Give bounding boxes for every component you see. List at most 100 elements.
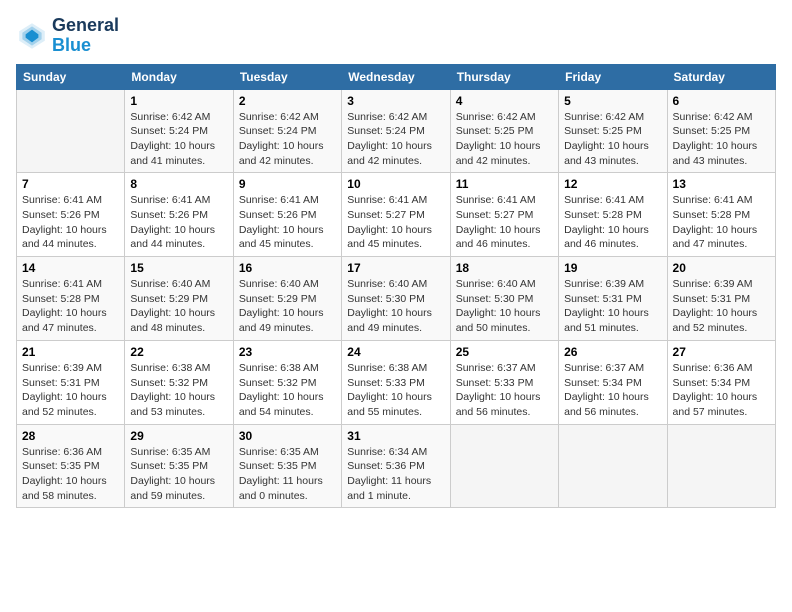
calendar-cell: 7 Sunrise: 6:41 AM Sunset: 5:26 PM Daylig… <box>17 173 125 257</box>
day-number: 9 <box>239 177 336 191</box>
calendar-cell: 21 Sunrise: 6:39 AM Sunset: 5:31 PM Dayli… <box>17 340 125 424</box>
day-number: 21 <box>22 345 119 359</box>
day-info: Sunrise: 6:36 AM Sunset: 5:34 PM Dayligh… <box>673 361 770 420</box>
calendar-cell: 1 Sunrise: 6:42 AM Sunset: 5:24 PM Daylig… <box>125 89 233 173</box>
calendar-cell: 13 Sunrise: 6:41 AM Sunset: 5:28 PM Dayli… <box>667 173 775 257</box>
day-info: Sunrise: 6:41 AM Sunset: 5:27 PM Dayligh… <box>456 193 553 252</box>
weekday-header: Wednesday <box>342 64 450 89</box>
day-number: 10 <box>347 177 444 191</box>
calendar-cell <box>559 424 667 508</box>
logo-text: General Blue <box>52 16 119 56</box>
weekday-header: Friday <box>559 64 667 89</box>
weekday-header: Monday <box>125 64 233 89</box>
calendar-cell: 30Sunrise: 6:35 AM Sunset: 5:35 PM Dayli… <box>233 424 341 508</box>
day-info: Sunrise: 6:41 AM Sunset: 5:26 PM Dayligh… <box>22 193 119 252</box>
day-number: 5 <box>564 94 661 108</box>
day-info: Sunrise: 6:38 AM Sunset: 5:32 PM Dayligh… <box>130 361 227 420</box>
day-number: 31 <box>347 429 444 443</box>
calendar-cell: 8 Sunrise: 6:41 AM Sunset: 5:26 PM Daylig… <box>125 173 233 257</box>
day-info: Sunrise: 6:42 AM Sunset: 5:24 PM Dayligh… <box>347 110 444 169</box>
day-info: Sunrise: 6:39 AM Sunset: 5:31 PM Dayligh… <box>564 277 661 336</box>
weekday-header: Tuesday <box>233 64 341 89</box>
day-info: Sunrise: 6:41 AM Sunset: 5:28 PM Dayligh… <box>673 193 770 252</box>
day-info: Sunrise: 6:42 AM Sunset: 5:25 PM Dayligh… <box>564 110 661 169</box>
day-info: Sunrise: 6:37 AM Sunset: 5:34 PM Dayligh… <box>564 361 661 420</box>
day-info: Sunrise: 6:40 AM Sunset: 5:29 PM Dayligh… <box>130 277 227 336</box>
calendar-cell: 3 Sunrise: 6:42 AM Sunset: 5:24 PM Daylig… <box>342 89 450 173</box>
page-header: General Blue <box>16 16 776 56</box>
day-number: 6 <box>673 94 770 108</box>
day-info: Sunrise: 6:42 AM Sunset: 5:25 PM Dayligh… <box>456 110 553 169</box>
calendar-cell: 17Sunrise: 6:40 AM Sunset: 5:30 PM Dayli… <box>342 257 450 341</box>
day-info: Sunrise: 6:37 AM Sunset: 5:33 PM Dayligh… <box>456 361 553 420</box>
day-info: Sunrise: 6:35 AM Sunset: 5:35 PM Dayligh… <box>239 445 336 504</box>
calendar-cell: 11 Sunrise: 6:41 AM Sunset: 5:27 PM Dayli… <box>450 173 558 257</box>
day-number: 23 <box>239 345 336 359</box>
day-number: 14 <box>22 261 119 275</box>
day-info: Sunrise: 6:41 AM Sunset: 5:26 PM Dayligh… <box>130 193 227 252</box>
day-info: Sunrise: 6:38 AM Sunset: 5:32 PM Dayligh… <box>239 361 336 420</box>
calendar-cell: 2Sunrise: 6:42 AM Sunset: 5:24 PM Daylig… <box>233 89 341 173</box>
day-info: Sunrise: 6:39 AM Sunset: 5:31 PM Dayligh… <box>22 361 119 420</box>
day-number: 3 <box>347 94 444 108</box>
day-number: 24 <box>347 345 444 359</box>
calendar-cell: 12 Sunrise: 6:41 AM Sunset: 5:28 PM Dayli… <box>559 173 667 257</box>
day-number: 19 <box>564 261 661 275</box>
day-info: Sunrise: 6:41 AM Sunset: 5:28 PM Dayligh… <box>22 277 119 336</box>
calendar-body: 1 Sunrise: 6:42 AM Sunset: 5:24 PM Daylig… <box>17 89 776 508</box>
calendar-cell: 15 Sunrise: 6:40 AM Sunset: 5:29 PM Dayli… <box>125 257 233 341</box>
day-number: 2 <box>239 94 336 108</box>
calendar-cell: 25 Sunrise: 6:37 AM Sunset: 5:33 PM Dayli… <box>450 340 558 424</box>
calendar-cell <box>667 424 775 508</box>
calendar-cell: 19 Sunrise: 6:39 AM Sunset: 5:31 PM Dayli… <box>559 257 667 341</box>
day-number: 26 <box>564 345 661 359</box>
calendar-header: SundayMondayTuesdayWednesdayThursdayFrid… <box>17 64 776 89</box>
calendar-cell: 23 Sunrise: 6:38 AM Sunset: 5:32 PM Dayli… <box>233 340 341 424</box>
weekday-header: Saturday <box>667 64 775 89</box>
day-number: 13 <box>673 177 770 191</box>
calendar-row: 28Sunrise: 6:36 AM Sunset: 5:35 PM Dayli… <box>17 424 776 508</box>
calendar-cell: 16Sunrise: 6:40 AM Sunset: 5:29 PM Dayli… <box>233 257 341 341</box>
weekday-header: Thursday <box>450 64 558 89</box>
day-number: 17 <box>347 261 444 275</box>
day-number: 29 <box>130 429 227 443</box>
logo: General Blue <box>16 16 119 56</box>
day-number: 11 <box>456 177 553 191</box>
calendar-cell: 24 Sunrise: 6:38 AM Sunset: 5:33 PM Dayli… <box>342 340 450 424</box>
calendar-cell: 28Sunrise: 6:36 AM Sunset: 5:35 PM Dayli… <box>17 424 125 508</box>
day-info: Sunrise: 6:34 AM Sunset: 5:36 PM Dayligh… <box>347 445 444 504</box>
calendar-cell: 20Sunrise: 6:39 AM Sunset: 5:31 PM Dayli… <box>667 257 775 341</box>
calendar-cell: 9 Sunrise: 6:41 AM Sunset: 5:26 PM Daylig… <box>233 173 341 257</box>
calendar-cell: 6Sunrise: 6:42 AM Sunset: 5:25 PM Daylig… <box>667 89 775 173</box>
calendar-row: 7 Sunrise: 6:41 AM Sunset: 5:26 PM Daylig… <box>17 173 776 257</box>
calendar-cell <box>450 424 558 508</box>
logo-icon <box>16 20 48 52</box>
day-number: 8 <box>130 177 227 191</box>
day-number: 4 <box>456 94 553 108</box>
calendar-cell: 14 Sunrise: 6:41 AM Sunset: 5:28 PM Dayli… <box>17 257 125 341</box>
day-info: Sunrise: 6:40 AM Sunset: 5:30 PM Dayligh… <box>456 277 553 336</box>
day-info: Sunrise: 6:36 AM Sunset: 5:35 PM Dayligh… <box>22 445 119 504</box>
calendar-row: 14 Sunrise: 6:41 AM Sunset: 5:28 PM Dayli… <box>17 257 776 341</box>
day-number: 22 <box>130 345 227 359</box>
day-number: 20 <box>673 261 770 275</box>
calendar-cell: 5 Sunrise: 6:42 AM Sunset: 5:25 PM Daylig… <box>559 89 667 173</box>
day-info: Sunrise: 6:41 AM Sunset: 5:28 PM Dayligh… <box>564 193 661 252</box>
day-number: 1 <box>130 94 227 108</box>
day-number: 18 <box>456 261 553 275</box>
calendar-row: 21 Sunrise: 6:39 AM Sunset: 5:31 PM Dayli… <box>17 340 776 424</box>
day-info: Sunrise: 6:42 AM Sunset: 5:24 PM Dayligh… <box>130 110 227 169</box>
calendar-cell: 31 Sunrise: 6:34 AM Sunset: 5:36 PM Dayli… <box>342 424 450 508</box>
day-info: Sunrise: 6:41 AM Sunset: 5:27 PM Dayligh… <box>347 193 444 252</box>
calendar-table: SundayMondayTuesdayWednesdayThursdayFrid… <box>16 64 776 509</box>
day-number: 7 <box>22 177 119 191</box>
header-row: SundayMondayTuesdayWednesdayThursdayFrid… <box>17 64 776 89</box>
day-number: 12 <box>564 177 661 191</box>
calendar-cell: 22 Sunrise: 6:38 AM Sunset: 5:32 PM Dayli… <box>125 340 233 424</box>
day-info: Sunrise: 6:41 AM Sunset: 5:26 PM Dayligh… <box>239 193 336 252</box>
day-number: 15 <box>130 261 227 275</box>
day-info: Sunrise: 6:38 AM Sunset: 5:33 PM Dayligh… <box>347 361 444 420</box>
weekday-header: Sunday <box>17 64 125 89</box>
day-number: 16 <box>239 261 336 275</box>
day-number: 25 <box>456 345 553 359</box>
